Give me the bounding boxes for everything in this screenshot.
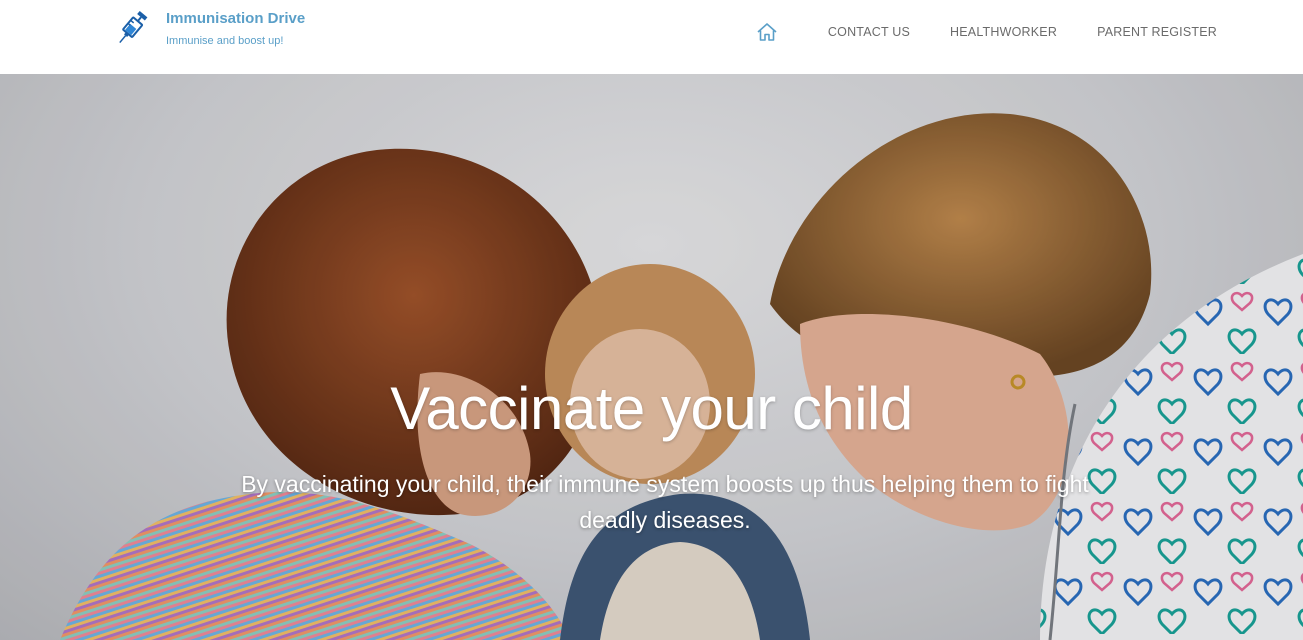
main-nav: CONTACT US HEALTHWORKER PARENT REGISTER — [756, 0, 1217, 64]
nav-parent-register[interactable]: PARENT REGISTER — [1097, 25, 1217, 39]
hero-image — [0, 74, 1303, 640]
syringe-icon — [112, 8, 152, 48]
hero-title: Vaccinate your child — [390, 375, 913, 442]
brand-title[interactable]: Immunisation Drive — [166, 10, 305, 28]
hero-subtitle: By vaccinating your child, their immune … — [241, 471, 1089, 533]
hero-banner: Vaccinate your child By vaccinating your… — [0, 74, 1303, 640]
nav-healthworker[interactable]: HEALTHWORKER — [950, 25, 1057, 39]
brand[interactable]: Immunisation Drive Immunise and boost up… — [112, 8, 305, 48]
home-icon[interactable] — [756, 21, 778, 43]
brand-subtitle: Immunise and boost up! — [166, 35, 284, 47]
nav-contact-us[interactable]: CONTACT US — [828, 25, 910, 39]
top-navbar: Immunisation Drive Immunise and boost up… — [0, 0, 1303, 74]
